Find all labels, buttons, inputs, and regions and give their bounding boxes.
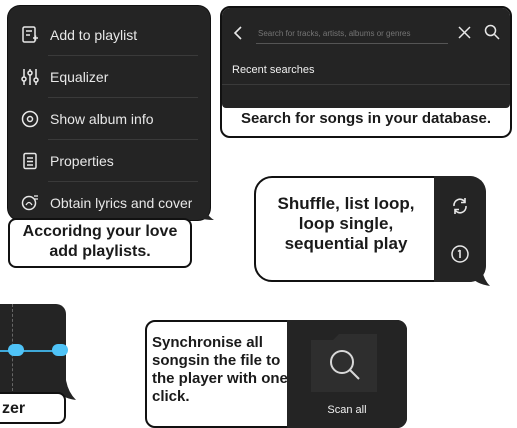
scan-all-button[interactable]: Scan all: [287, 404, 407, 416]
menu-bubble-tail: [192, 198, 214, 220]
equalizer-slider-handle[interactable]: [52, 344, 68, 356]
back-icon[interactable]: [232, 26, 244, 40]
equalizer-icon: [20, 67, 40, 87]
playlist-add-icon: [20, 25, 40, 45]
scan-text: Synchronise all songsin the file to the …: [152, 334, 288, 405]
menu-item-add-to-playlist[interactable]: Add to playlist: [8, 14, 198, 56]
sequential-icon[interactable]: [450, 244, 470, 264]
equalizer-slider-handle[interactable]: [8, 344, 24, 356]
folder-search-icon: [309, 332, 379, 394]
search-input[interactable]: [256, 23, 448, 44]
menu-item-label: Properties: [50, 153, 114, 169]
properties-icon: [20, 151, 40, 171]
search-caption: Search for songs in your database.: [240, 110, 492, 127]
menu-item-label: Add to playlist: [50, 27, 138, 43]
recent-searches-label: Recent searches: [232, 64, 315, 76]
menu-item-label: Show album info: [50, 111, 154, 127]
context-menu: Add to playlist Equalizer Show album inf…: [8, 6, 210, 220]
menu-caption: Accoridng your love add playlists.: [8, 218, 192, 268]
repeat-icon[interactable]: [450, 196, 470, 216]
lyrics-icon: [20, 193, 40, 213]
divider: [222, 84, 510, 85]
playmode-bubble-tail: [470, 270, 490, 286]
scan-panel: Scan all: [287, 320, 407, 428]
playmode-text: Shuffle, list loop, loop single, sequent…: [277, 194, 415, 253]
clear-icon[interactable]: [458, 26, 471, 39]
search-panel: Recent searches: [222, 8, 510, 108]
playmode-panel: [434, 176, 486, 282]
search-icon[interactable]: [484, 24, 500, 40]
menu-item-properties[interactable]: Properties: [8, 140, 198, 182]
menu-item-show-album-info[interactable]: Show album info: [8, 98, 198, 140]
equalizer-caption: zer: [0, 392, 66, 424]
menu-item-label: Equalizer: [50, 69, 109, 85]
menu-item-equalizer[interactable]: Equalizer: [8, 56, 198, 98]
menu-item-label: Obtain lyrics and cover: [50, 195, 193, 211]
album-icon: [20, 109, 40, 129]
